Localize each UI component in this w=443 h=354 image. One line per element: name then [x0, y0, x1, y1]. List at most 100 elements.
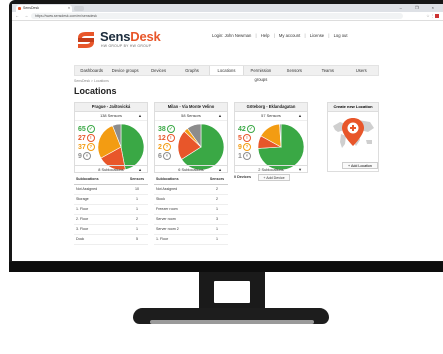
table-row[interactable]: Freezer room 1	[154, 205, 228, 215]
menu-item-graphs[interactable]: Graphs	[175, 66, 208, 75]
table-row[interactable]: 3. Floor 1	[74, 225, 148, 235]
menu-item-teams[interactable]: Teams	[311, 66, 344, 75]
sublocation-name: Not Assigned	[76, 187, 98, 191]
location-card: Milan - Via Monte Velino 58 Sensors ▲ 38…	[154, 102, 228, 173]
logout-link[interactable]: Log out	[334, 33, 348, 38]
off-status-icon: ×	[82, 152, 91, 160]
location-name[interactable]: Göteborg - Eklandagatan	[235, 103, 307, 112]
table-row[interactable]: 1. Floor 1	[74, 205, 148, 215]
count-warn[interactable]: 12!	[158, 134, 175, 143]
browser-tab-bar: SensDesk × – ❐ ×	[12, 4, 443, 12]
location-pin-icon	[342, 118, 364, 146]
new-tab-button[interactable]	[74, 6, 84, 11]
count-ok[interactable]: 65 ✓	[78, 125, 95, 134]
my-account-link[interactable]: My account	[279, 33, 300, 38]
table-row[interactable]: Stock 2	[154, 195, 228, 205]
sublocation-sensors: 3	[216, 217, 218, 221]
count-warn[interactable]: 27!	[78, 134, 95, 143]
menu-item-sensors[interactable]: Sensors	[278, 66, 311, 75]
alarm-status-icon: ?	[162, 143, 171, 151]
sensdesk-logo-icon	[78, 32, 94, 48]
menu-item-devices[interactable]: Devices	[142, 66, 175, 75]
sensor-status-pie	[98, 124, 144, 170]
table-row[interactable]: Not Assigned 10	[74, 185, 148, 195]
favicon-icon	[18, 7, 21, 10]
menu-item-locations[interactable]: Locations	[208, 66, 245, 75]
sublocation-sensors: 1	[216, 227, 218, 231]
table-row[interactable]: 2. Floor 2	[74, 215, 148, 225]
count-value: 27	[78, 135, 86, 142]
count-value: 9	[78, 153, 82, 160]
logo[interactable]: SensDesk HW GROUP BY HW GROUP	[74, 29, 194, 53]
sensors-dropdown[interactable]: 57 Sensors ▲	[235, 112, 307, 121]
count-value: 9	[238, 144, 242, 151]
sensors-count-label: 57 Sensors	[261, 113, 281, 118]
count-alarm[interactable]: 2?	[158, 143, 175, 152]
tab-title: SensDesk	[23, 6, 39, 10]
sublocations-header: Sublocations	[76, 177, 99, 181]
browser-extensions[interactable]: ☆ ⋮	[426, 14, 439, 19]
menu-item-users[interactable]: Users	[345, 66, 378, 75]
location-name[interactable]: Prague - Jaštovická	[75, 103, 147, 112]
count-off[interactable]: 6 ×	[158, 152, 175, 161]
window-controls[interactable]: – ❐ ×	[400, 4, 440, 12]
url-field[interactable]: https://www.sensdesk.com/en/sensdesk	[31, 13, 403, 19]
login-link[interactable]: Login: John Newman	[212, 33, 251, 38]
count-off[interactable]: 1 ×	[238, 152, 255, 161]
count-ok[interactable]: 38 ✓	[158, 125, 175, 134]
extension-icon[interactable]	[435, 14, 439, 19]
menu-item-device-groups[interactable]: Device groups	[108, 66, 141, 75]
sensors-header: Sensors	[209, 177, 225, 181]
count-value: 6	[158, 153, 162, 160]
caret-down-icon: ▼	[298, 167, 302, 172]
sublocations-dropdown[interactable]: 6 Sublocations ▲	[154, 165, 228, 173]
sublocations-table: Sublocations Sensors Not Assigned 10 Storage…	[74, 175, 148, 245]
count-ok[interactable]: 42 ✓	[238, 125, 255, 134]
warn-status-icon: !	[242, 134, 251, 142]
table-row[interactable]: Dock 5	[74, 235, 148, 245]
table-row[interactable]: Server room 3	[154, 215, 228, 225]
sublocations-dropdown[interactable]: 2 Sublocations ▼	[234, 165, 308, 173]
table-row[interactable]: Server room 2 1	[154, 225, 228, 235]
tab-close-icon[interactable]: ×	[68, 5, 70, 12]
sublocation-sensors: 2	[216, 187, 218, 191]
sensors-dropdown[interactable]: 58 Sensors ▲	[155, 112, 227, 121]
devices-count: 0 Devices	[234, 175, 252, 179]
add-location-button[interactable]: + Add Location	[342, 162, 378, 169]
sublocation-name: Server room	[156, 217, 176, 221]
sublocation-name: Freezer room	[156, 207, 178, 211]
sublocations-label: 6 Sublocations	[178, 167, 204, 172]
ok-status-icon: ✓	[166, 125, 175, 133]
menu-item-dashboards[interactable]: Dashboards	[75, 66, 108, 75]
sublocations-dropdown[interactable]: 8 Sublocations ▲	[74, 165, 148, 173]
menu-item-permission-groups[interactable]: Permission groups	[244, 66, 277, 82]
browser-tab[interactable]: SensDesk ×	[16, 5, 72, 12]
help-link[interactable]: Help	[261, 33, 270, 38]
monitor-stand-highlight	[150, 320, 314, 324]
alarm-status-icon: ?	[242, 143, 251, 151]
sublocation-name: Not Assigned	[156, 187, 178, 191]
sublocation-sensors: 2	[136, 217, 138, 221]
status-counts: 65 ✓ 27! 37? 9 ×	[78, 125, 95, 161]
sublocation-name: Storage	[76, 197, 89, 201]
table-row[interactable]: Not Assigned 2	[154, 185, 228, 195]
count-off[interactable]: 9 ×	[78, 152, 95, 161]
table-row[interactable]: Storage 1	[74, 195, 148, 205]
count-warn[interactable]: 5!	[238, 134, 255, 143]
count-value: 37	[78, 144, 86, 151]
count-alarm[interactable]: 9?	[238, 143, 255, 152]
status-counts: 42 ✓ 5! 9? 1 ×	[238, 125, 255, 161]
caret-up-icon: ▲	[298, 113, 302, 118]
address-bar-row: ← → C https://www.sensdesk.com/en/sensde…	[12, 12, 443, 21]
sublocation-name: Server room 2	[156, 227, 179, 231]
location-name[interactable]: Milan - Via Monte Velino	[155, 103, 227, 112]
sublocation-name: 1. Floor	[156, 237, 169, 241]
license-link[interactable]: License	[310, 33, 324, 38]
add-device-button[interactable]: + Add Device	[258, 174, 290, 181]
count-alarm[interactable]: 37?	[78, 143, 95, 152]
monitor-chin	[9, 262, 443, 272]
count-value: 1	[238, 153, 242, 160]
table-row[interactable]: 1. Floor 1	[154, 235, 228, 245]
sublocation-name: 3. Floor	[76, 227, 89, 231]
sensors-dropdown[interactable]: 138 Sensors ▲	[75, 112, 147, 121]
